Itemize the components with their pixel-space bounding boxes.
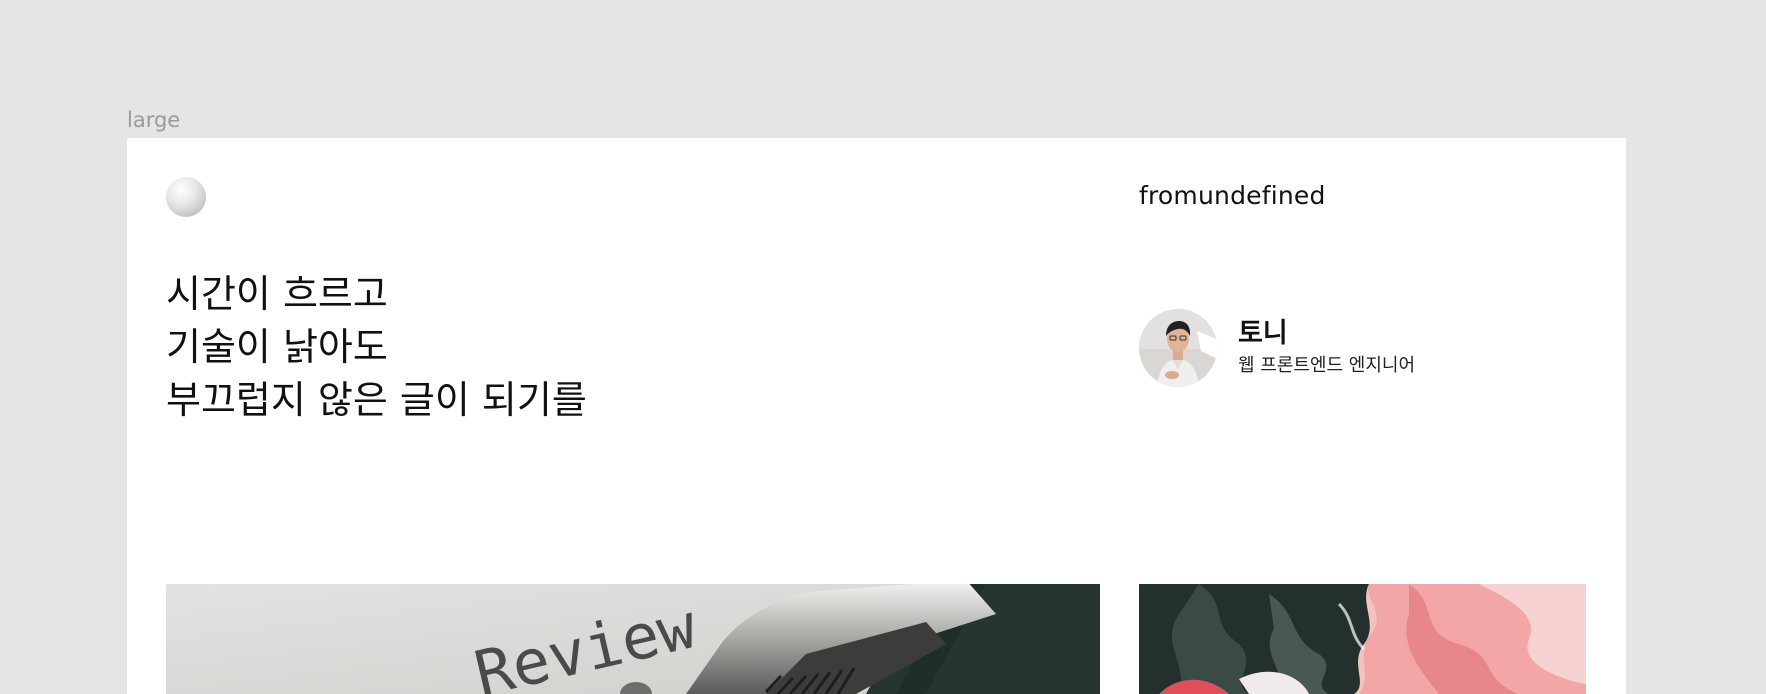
post-card-abstract[interactable]	[1139, 584, 1586, 694]
hero-line: 시간이 흐르고	[166, 272, 388, 316]
avatar	[1139, 309, 1217, 387]
post-card-review[interactable]: Review	[166, 584, 1100, 694]
frame-label: large	[127, 108, 181, 132]
sphere-logo-icon[interactable]	[166, 177, 206, 217]
hero-line: 기술이 낡아도	[166, 325, 388, 369]
site-name-link[interactable]: fromundefined	[1139, 181, 1326, 210]
hero-line: 부끄럽지 않은 글이 되기를	[166, 378, 587, 422]
profile-photo-icon	[1139, 309, 1217, 387]
typewriter-review-photo-icon: Review	[166, 584, 1100, 694]
author-profile: 토니 웹 프론트엔드 엔지니어	[1139, 309, 1415, 387]
abstract-paint-photo-icon	[1139, 584, 1586, 694]
page-frame: fromundefined 시간이 흐르고 기술이 낡아도 부끄럽지 않은 글이…	[127, 138, 1626, 694]
profile-text: 토니 웹 프론트엔드 엔지니어	[1238, 318, 1415, 379]
author-role: 웹 프론트엔드 엔지니어	[1238, 354, 1416, 376]
hero-headline: 시간이 흐르고 기술이 낡아도 부끄럽지 않은 글이 되기를	[166, 268, 587, 427]
author-name: 토니	[1238, 317, 1288, 349]
